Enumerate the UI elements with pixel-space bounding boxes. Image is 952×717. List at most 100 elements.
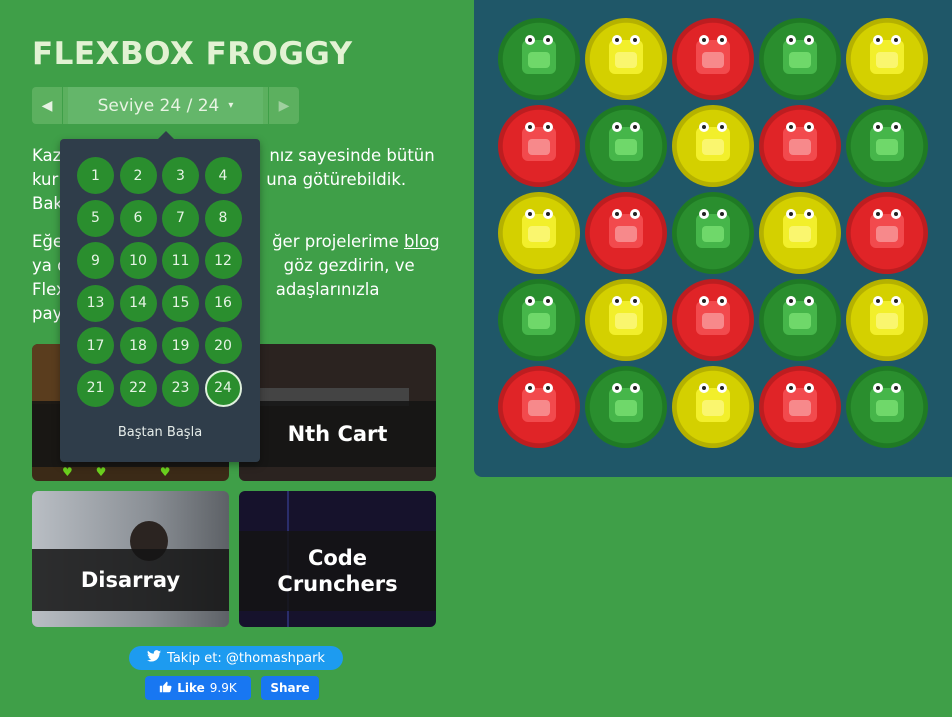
level-9-button[interactable]: 9 <box>77 242 114 279</box>
green-frog-icon <box>783 35 817 74</box>
green-lilypad <box>498 18 580 100</box>
game-card-disarray[interactable]: Disarray <box>32 491 229 627</box>
reset-button[interactable]: Baştan Başla <box>60 425 260 440</box>
yellow-lilypad <box>846 18 928 100</box>
yellow-frog-icon <box>522 209 556 248</box>
red-lilypad <box>585 192 667 274</box>
text-fragment: Kaz <box>32 146 62 165</box>
green-lilypad <box>759 18 841 100</box>
text-fragment: Eğe <box>32 232 64 251</box>
level-10-button[interactable]: 10 <box>119 242 157 279</box>
triangle-right-icon: ▶ <box>278 97 290 114</box>
level-11-button[interactable]: 11 <box>162 242 199 279</box>
like-label: Like <box>177 681 205 695</box>
level-7-button[interactable]: 7 <box>162 199 199 237</box>
level-18-button[interactable]: 18 <box>119 327 157 364</box>
green-lilypad <box>846 366 928 448</box>
red-lilypad <box>672 18 754 100</box>
text-fragment: una götürebildik. <box>266 170 407 189</box>
yellow-lilypad <box>672 366 754 448</box>
level-indicator[interactable]: Seviye 24 / 24 ▾ <box>68 87 263 124</box>
level-15-button[interactable]: 15 <box>162 284 199 322</box>
green-lilypad <box>585 105 667 187</box>
yellow-frog-icon <box>870 35 904 74</box>
green-frog-icon <box>783 296 817 335</box>
level-23-button[interactable]: 23 <box>162 369 199 407</box>
level-22-button[interactable]: 22 <box>119 369 157 407</box>
red-lilypad <box>498 105 580 187</box>
like-count: 9.9K <box>209 681 237 695</box>
red-lilypad <box>759 105 841 187</box>
game-card-label: Disarray <box>32 549 229 611</box>
green-frog-icon <box>522 296 556 335</box>
level-3-button[interactable]: 3 <box>162 157 199 194</box>
game-card-label: Nth Cart <box>239 401 436 467</box>
yellow-frog-icon <box>609 296 643 335</box>
red-frog-icon <box>609 209 643 248</box>
game-card-code-crunchers[interactable]: Code Crunchers <box>239 491 436 627</box>
green-lilypad <box>498 279 580 361</box>
green-frog-icon <box>609 122 643 161</box>
red-frog-icon <box>522 122 556 161</box>
level-17-button[interactable]: 17 <box>77 327 114 364</box>
yellow-frog-icon <box>696 122 730 161</box>
level-16-button[interactable]: 16 <box>204 284 242 322</box>
triangle-left-icon: ◀ <box>41 97 53 114</box>
share-label: Share <box>270 681 310 695</box>
blog-link[interactable]: blog <box>404 232 440 251</box>
twitter-follow-button[interactable]: Takip et: @thomashpark <box>129 646 343 670</box>
text-fragment: kur <box>32 170 59 189</box>
yellow-lilypad <box>585 279 667 361</box>
level-14-button[interactable]: 14 <box>119 284 157 322</box>
game-card-label: Code Crunchers <box>239 531 436 611</box>
level-24-button[interactable]: 24 <box>204 369 242 407</box>
level-navigation: ◀ Seviye 24 / 24 ▾ ▶ <box>32 87 299 124</box>
red-lilypad <box>498 366 580 448</box>
level-grid: 1 2 3 4 5 6 7 8 9 10 11 12 13 14 15 16 17 18 19 20 21 22 23 24 <box>77 157 247 407</box>
red-frog-icon <box>522 383 556 422</box>
red-lilypad <box>759 366 841 448</box>
green-frog-icon <box>609 383 643 422</box>
yellow-frog-icon <box>783 209 817 248</box>
yellow-lilypad <box>759 192 841 274</box>
caret-down-icon: ▾ <box>228 100 234 111</box>
green-lilypad <box>759 279 841 361</box>
level-dropdown: 1 2 3 4 5 6 7 8 9 10 11 12 13 14 15 16 17 18 19 20 21 22 23 24 … <box>60 131 260 462</box>
yellow-frog-icon <box>609 35 643 74</box>
green-lilypad <box>672 192 754 274</box>
game-card-nth-cart[interactable]: Nth Cart <box>239 344 436 481</box>
level-4-button[interactable]: 4 <box>204 157 242 194</box>
level-21-button[interactable]: 21 <box>77 369 114 407</box>
next-level-button[interactable]: ▶ <box>268 87 299 124</box>
yellow-frog-icon <box>870 296 904 335</box>
level-1-button[interactable]: 1 <box>77 157 114 194</box>
game-board <box>474 0 952 477</box>
level-label: Seviye 24 / 24 <box>97 95 220 116</box>
red-frog-icon <box>783 383 817 422</box>
twitter-follow-label: Takip et: @thomashpark <box>167 650 325 666</box>
green-lilypad <box>846 105 928 187</box>
facebook-like-button[interactable]: Like 9.9K <box>145 676 251 700</box>
level-13-button[interactable]: 13 <box>77 284 114 322</box>
red-frog-icon <box>696 35 730 74</box>
red-frog-icon <box>696 296 730 335</box>
red-frog-icon <box>783 122 817 161</box>
yellow-lilypad <box>498 192 580 274</box>
yellow-frog-icon <box>696 383 730 422</box>
facebook-share-button[interactable]: Share <box>261 676 319 700</box>
red-frog-icon <box>870 209 904 248</box>
level-6-button[interactable]: 6 <box>119 199 157 237</box>
level-2-button[interactable]: 2 <box>119 157 157 194</box>
yellow-lilypad <box>585 18 667 100</box>
text-fragment: ğer projelerime <box>272 232 405 251</box>
level-20-button[interactable]: 20 <box>204 327 242 364</box>
previous-level-button[interactable]: ◀ <box>32 87 63 124</box>
level-8-button[interactable]: 8 <box>204 199 242 237</box>
level-5-button[interactable]: 5 <box>77 199 114 237</box>
level-12-button[interactable]: 12 <box>204 242 242 279</box>
level-19-button[interactable]: 19 <box>162 327 199 364</box>
thumbs-up-icon <box>159 680 172 696</box>
twitter-bird-icon <box>147 650 162 666</box>
text-fragment: nız sayesinde bütün <box>269 146 435 165</box>
green-frog-icon <box>696 209 730 248</box>
